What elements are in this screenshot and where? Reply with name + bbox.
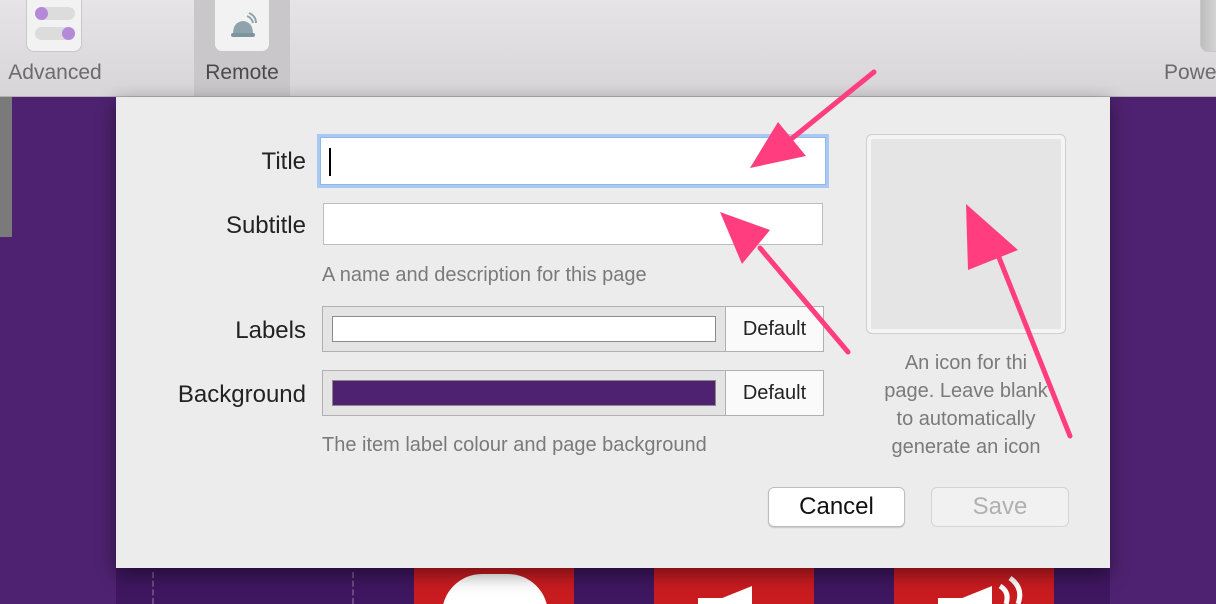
remote-tile-volume-up[interactable]	[894, 568, 1054, 604]
power-icon	[1200, 0, 1216, 52]
subtitle-field[interactable]	[323, 203, 823, 245]
grid-divider	[352, 572, 354, 604]
speaker-loud-icon	[938, 586, 992, 604]
icon-hint-line: page. Leave blank	[884, 380, 1048, 402]
speaker-icon	[698, 586, 752, 604]
toolbar-advanced-label: Advanced	[8, 61, 102, 84]
toolbar-remote[interactable]: Remote	[194, 0, 290, 96]
toggle-switches-icon	[26, 0, 82, 52]
remote-tile-heart[interactable]	[414, 568, 574, 604]
colour-hint: The item label colour and page backgroun…	[322, 434, 707, 456]
labels-color-well[interactable]: Default	[322, 306, 824, 352]
preferences-toolbar: Advanced Remote Powe	[0, 0, 1216, 97]
subtitle-input[interactable]	[324, 204, 822, 244]
name-hint: A name and description for this page	[322, 264, 647, 286]
toolbar-power-label: Powe	[1164, 61, 1216, 84]
background-color-well[interactable]: Default	[322, 370, 824, 416]
cancel-button[interactable]: Cancel	[768, 487, 905, 527]
toolbar-remote-label: Remote	[205, 61, 279, 84]
title-field[interactable]	[320, 137, 826, 185]
title-input[interactable]	[321, 138, 825, 184]
toolbar-advanced[interactable]: Advanced	[0, 0, 110, 96]
labels-default-button[interactable]: Default	[725, 307, 823, 351]
toolbar-power[interactable]: Powe	[1156, 0, 1216, 96]
labels-label: Labels	[235, 317, 306, 344]
icon-hint-line: An icon for thi	[904, 352, 1028, 374]
text-caret	[329, 148, 331, 176]
subtitle-label: Subtitle	[225, 212, 306, 239]
labels-color-swatch[interactable]	[332, 316, 716, 342]
new-page-dialog: Title Subtitle A name and description fo…	[116, 97, 1110, 568]
heart-icon	[442, 574, 548, 604]
page-icon-well[interactable]	[866, 134, 1066, 334]
background-default-button[interactable]: Default	[725, 371, 823, 415]
background-color-swatch[interactable]	[332, 380, 716, 406]
save-button[interactable]: Save	[931, 487, 1069, 527]
icon-hint-line: generate an icon	[891, 436, 1041, 458]
background-label: Background	[177, 381, 306, 408]
window-edge	[0, 97, 12, 237]
bell-icon	[214, 0, 270, 52]
sound-waves-icon	[998, 575, 1023, 604]
grid-divider	[152, 572, 154, 604]
icon-hint: An icon for thi page. Leave blank to aut…	[860, 349, 1072, 461]
title-label: Title	[261, 148, 306, 175]
icon-hint-line: to automatically	[896, 408, 1036, 430]
remote-tile-volume-down[interactable]	[654, 568, 814, 604]
